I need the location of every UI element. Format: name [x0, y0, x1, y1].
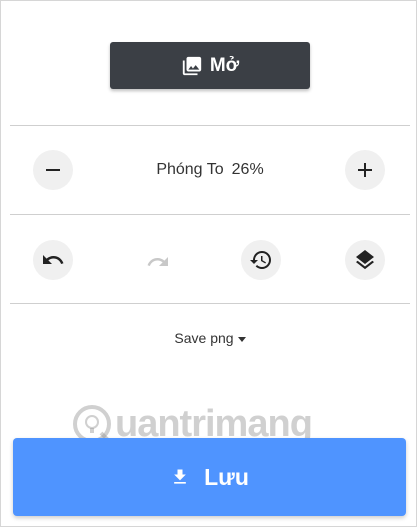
- save-button[interactable]: Lưu: [13, 438, 406, 516]
- redo-icon: [147, 257, 168, 266]
- zoom-label: Phóng To: [156, 161, 224, 178]
- open-button-label: Mở: [209, 54, 240, 76]
- open-button[interactable]: Mở: [110, 42, 310, 89]
- image-gallery-icon: [181, 55, 203, 77]
- save-format-label: Save png: [174, 330, 234, 346]
- layers-button[interactable]: [345, 240, 385, 280]
- editor-panel: Mở Phóng To 26% Save png uantrimang Lưu: [0, 0, 417, 527]
- undo-button[interactable]: [33, 240, 73, 280]
- minus-icon: [46, 169, 60, 171]
- plus-icon: [358, 163, 372, 177]
- zoom-in-button[interactable]: [345, 150, 385, 190]
- divider: [10, 303, 410, 304]
- save-button-label: Lưu: [204, 463, 249, 490]
- undo-icon: [43, 255, 64, 264]
- redo-button[interactable]: [138, 242, 178, 282]
- divider: [10, 125, 410, 126]
- caret-down-icon: [237, 336, 246, 342]
- history-icon: [250, 251, 271, 269]
- zoom-indicator: Phóng To 26%: [101, 161, 319, 179]
- divider: [10, 214, 410, 215]
- history-button[interactable]: [241, 240, 281, 280]
- layers-icon: [356, 250, 374, 270]
- zoom-out-button[interactable]: [33, 150, 73, 190]
- save-format-dropdown[interactable]: Save png: [151, 330, 269, 346]
- download-icon: [174, 469, 186, 484]
- zoom-value: 26%: [231, 161, 264, 178]
